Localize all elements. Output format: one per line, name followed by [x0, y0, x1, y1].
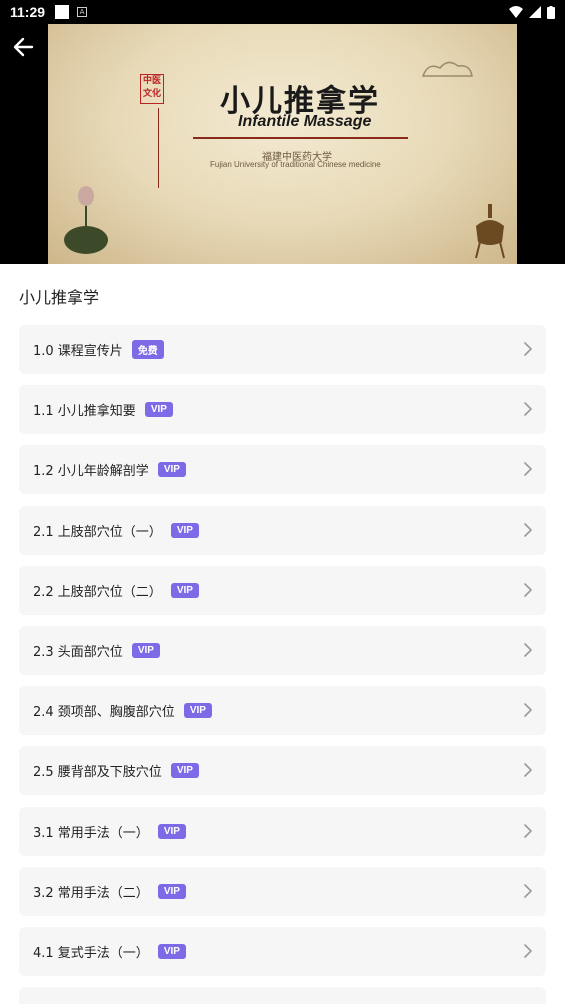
vip-badge: VIP — [170, 522, 199, 538]
vip-badge: VIP — [131, 642, 160, 658]
vip-badge: VIP — [144, 402, 173, 418]
chevron-right-icon — [524, 582, 532, 597]
poster-divider — [193, 137, 408, 139]
course-content[interactable]: 小儿推拿学 1.0 课程宣传片 免费 1.1 小儿推拿知要 VIP 1.2 小儿年龄解剖… — [0, 264, 565, 1004]
lesson-item[interactable]: 2.5 腰背部及下肢穴位 VIP — [19, 746, 546, 796]
lesson-item[interactable]: 3.1 常用手法（一） VIP — [19, 806, 546, 856]
back-button[interactable] — [10, 34, 38, 60]
lesson-label: 2.4 颈项部、胸腹部穴位 — [33, 705, 175, 721]
incense-burner-illustration — [475, 204, 505, 259]
lesson-item[interactable]: 2.2 上肢部穴位（二） VIP — [19, 565, 546, 615]
lesson-item[interactable]: 2.3 头面部穴位 VIP — [19, 625, 546, 675]
lesson-item[interactable]: 3.2 常用手法（二） VIP — [19, 866, 546, 916]
chevron-right-icon — [524, 763, 532, 778]
lesson-label: 2.3 头面部穴位 — [33, 644, 123, 660]
chevron-right-icon — [524, 402, 532, 416]
video-poster: 中医 文化 小儿推拿学 Infantile Massage 福建中医药大学 Fuj… — [48, 0, 517, 264]
vip-badge: VIP — [157, 823, 186, 839]
vip-badge: VIP — [170, 582, 199, 598]
battery-icon — [547, 5, 555, 19]
keyboard-icon: A — [77, 7, 88, 17]
lesson-item[interactable]: 1.0 课程宣传片 免费 — [19, 325, 546, 374]
lesson-label: 1.2 小儿年龄解剖学 — [33, 464, 149, 480]
poster-university-en: Fujian University of traditional Chinese… — [210, 160, 381, 169]
chevron-right-icon — [524, 342, 532, 356]
chevron-right-icon — [524, 462, 532, 477]
lesson-item[interactable]: 2.4 颈项部、胸腹部穴位 VIP — [19, 686, 546, 736]
signal-icon — [529, 6, 541, 18]
chevron-right-icon — [524, 823, 532, 838]
chevron-right-icon — [524, 703, 532, 717]
notification-icon — [55, 5, 70, 19]
vip-badge: VIP — [183, 703, 212, 719]
lesson-item[interactable]: 4.1 复式手法（一） VIP — [19, 926, 546, 976]
poster-subtitle: Infantile Massage — [238, 113, 372, 130]
chevron-right-icon — [524, 522, 532, 537]
wifi-icon — [509, 6, 523, 18]
status-time: 11:29 — [10, 4, 46, 20]
chevron-right-icon — [524, 643, 532, 657]
vip-badge: VIP — [170, 763, 199, 779]
course-title: 小儿推拿学 — [19, 288, 100, 307]
lesson-label: 4.1 复式手法（一） — [33, 945, 149, 961]
vip-badge: VIP — [157, 943, 186, 959]
lesson-label: 2.5 腰背部及下肢穴位 — [33, 765, 162, 781]
lotus-illustration — [64, 186, 108, 254]
lesson-label: 2.1 上肢部穴位（一） — [33, 524, 162, 540]
cloud-ornament — [421, 61, 473, 77]
lesson-item[interactable]: 2.1 上肢部穴位（一） VIP — [19, 505, 546, 555]
free-badge: 免费 — [131, 340, 164, 359]
chevron-right-icon — [524, 883, 532, 898]
lesson-label: 3.1 常用手法（一） — [33, 825, 149, 841]
lesson-label: 2.2 上肢部穴位（二） — [33, 584, 162, 600]
lesson-item[interactable]: 1.1 小儿推拿知要 VIP — [19, 385, 546, 435]
culture-seal: 中医 文化 — [140, 74, 164, 104]
lesson-label: 1.0 课程宣传片 — [33, 344, 123, 359]
arrow-left-icon — [13, 37, 34, 57]
lesson-label: 1.1 小儿推拿知要 — [33, 404, 136, 420]
vip-badge: VIP — [157, 883, 186, 899]
lesson-label: 3.2 常用手法（二） — [33, 885, 149, 901]
lesson-item[interactable] — [19, 987, 546, 1004]
video-player[interactable]: 中医 文化 小儿推拿学 Infantile Massage 福建中医药大学 Fuj… — [0, 0, 565, 264]
vip-badge: VIP — [157, 462, 186, 478]
lesson-list[interactable]: 1.0 课程宣传片 免费 1.1 小儿推拿知要 VIP 1.2 小儿年龄解剖学 VIP 2.… — [19, 325, 546, 1004]
lesson-item[interactable]: 1.2 小儿年龄解剖学 VIP — [19, 445, 546, 495]
seal-line — [158, 108, 159, 188]
status-bar: 11:29 A — [0, 0, 565, 24]
chevron-right-icon — [524, 944, 532, 958]
